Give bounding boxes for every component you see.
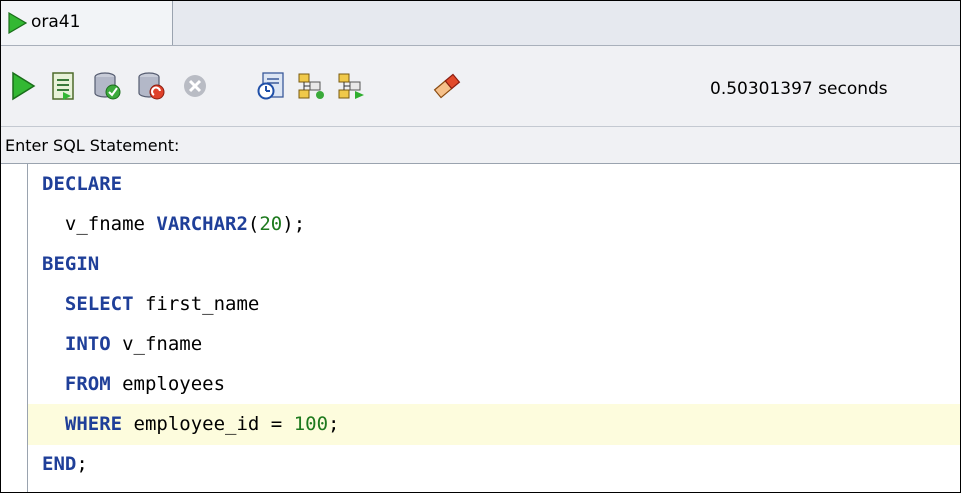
- code-token: ;: [76, 453, 88, 475]
- number-literal: 20: [259, 213, 283, 235]
- code-line-text: SELECT first_name: [42, 284, 259, 325]
- statement-label-bar: Enter SQL Statement:: [1, 127, 960, 164]
- code-line-text: INTO v_fname: [42, 324, 202, 365]
- sql-keyword: SELECT: [64, 293, 134, 315]
- code-line[interactable]: END;: [28, 444, 960, 485]
- code-line-current[interactable]: WHERE employee_id = 100;: [28, 404, 960, 445]
- execution-timing: 0.50301397 seconds: [710, 79, 888, 99]
- code-line[interactable]: v_fname VARCHAR2(20);: [28, 204, 960, 245]
- code-line[interactable]: INTO v_fname: [28, 324, 960, 365]
- toolbar: 0.50301397 seconds: [1, 46, 960, 127]
- code-token: employees: [110, 373, 226, 395]
- code-line-text: DECLARE: [42, 164, 122, 205]
- sql-editor[interactable]: DECLARE v_fname VARCHAR2(20); BEGIN SELEC…: [1, 164, 960, 492]
- code-token: (: [247, 213, 260, 235]
- code-line-text: END;: [42, 444, 88, 485]
- enter-sql-statement-label: Enter SQL Statement:: [5, 136, 180, 155]
- sql-keyword: VARCHAR2: [156, 213, 248, 235]
- sql-history-icon: [338, 73, 364, 99]
- commit-icon: [94, 72, 121, 100]
- execution-plan-icon: [257, 72, 284, 100]
- script-icon: [52, 72, 74, 100]
- code-token: ;: [328, 413, 340, 435]
- sql-worksheet: ora41 0.50301397 seconds Enter SQL State…: [0, 0, 961, 493]
- tab-label: ora41: [31, 12, 81, 32]
- code-line[interactable]: FROM employees: [28, 364, 960, 405]
- execution-plan-button[interactable]: [253, 68, 289, 104]
- sql-keyword: END: [42, 453, 77, 475]
- autotrace-icon: [298, 73, 324, 99]
- sql-keyword: FROM: [64, 373, 111, 395]
- run-icon: [12, 71, 36, 101]
- number-literal: 100: [293, 413, 329, 435]
- code-line-text: WHERE employee_id = 100;: [42, 404, 340, 445]
- rollback-button[interactable]: [133, 68, 169, 104]
- code-token: v_fname: [110, 333, 203, 355]
- run-statement-button[interactable]: [5, 68, 41, 104]
- autotrace-button[interactable]: [293, 68, 329, 104]
- code-line-text: FROM employees: [42, 364, 225, 405]
- code-line-text: v_fname VARCHAR2(20);: [42, 204, 305, 245]
- sql-keyword: DECLARE: [42, 173, 123, 195]
- code-line[interactable]: SELECT first_name: [28, 284, 960, 325]
- sql-keyword: WHERE: [64, 413, 123, 435]
- eraser-icon: [433, 73, 461, 99]
- sql-history-button[interactable]: [333, 68, 369, 104]
- sql-keyword: INTO: [64, 333, 111, 355]
- tab-strip: ora41: [1, 1, 960, 46]
- code-token: employee_id =: [122, 413, 294, 435]
- rollback-icon: [138, 72, 165, 100]
- cancel-icon: [184, 75, 206, 97]
- code-token: );: [282, 213, 306, 235]
- run-script-button[interactable]: [45, 68, 81, 104]
- sql-worksheet-icon: [7, 11, 28, 38]
- clear-button[interactable]: [429, 68, 465, 104]
- code-line[interactable]: DECLARE: [28, 164, 960, 205]
- sql-keyword: BEGIN: [42, 253, 100, 275]
- code-line[interactable]: BEGIN: [28, 244, 960, 285]
- cancel-button[interactable]: [177, 68, 213, 104]
- commit-button[interactable]: [89, 68, 125, 104]
- code-token: v_fname: [42, 213, 157, 235]
- code-line-text: BEGIN: [42, 244, 99, 285]
- tab-ora41[interactable]: ora41: [1, 1, 173, 45]
- code-token: first_name: [133, 293, 260, 315]
